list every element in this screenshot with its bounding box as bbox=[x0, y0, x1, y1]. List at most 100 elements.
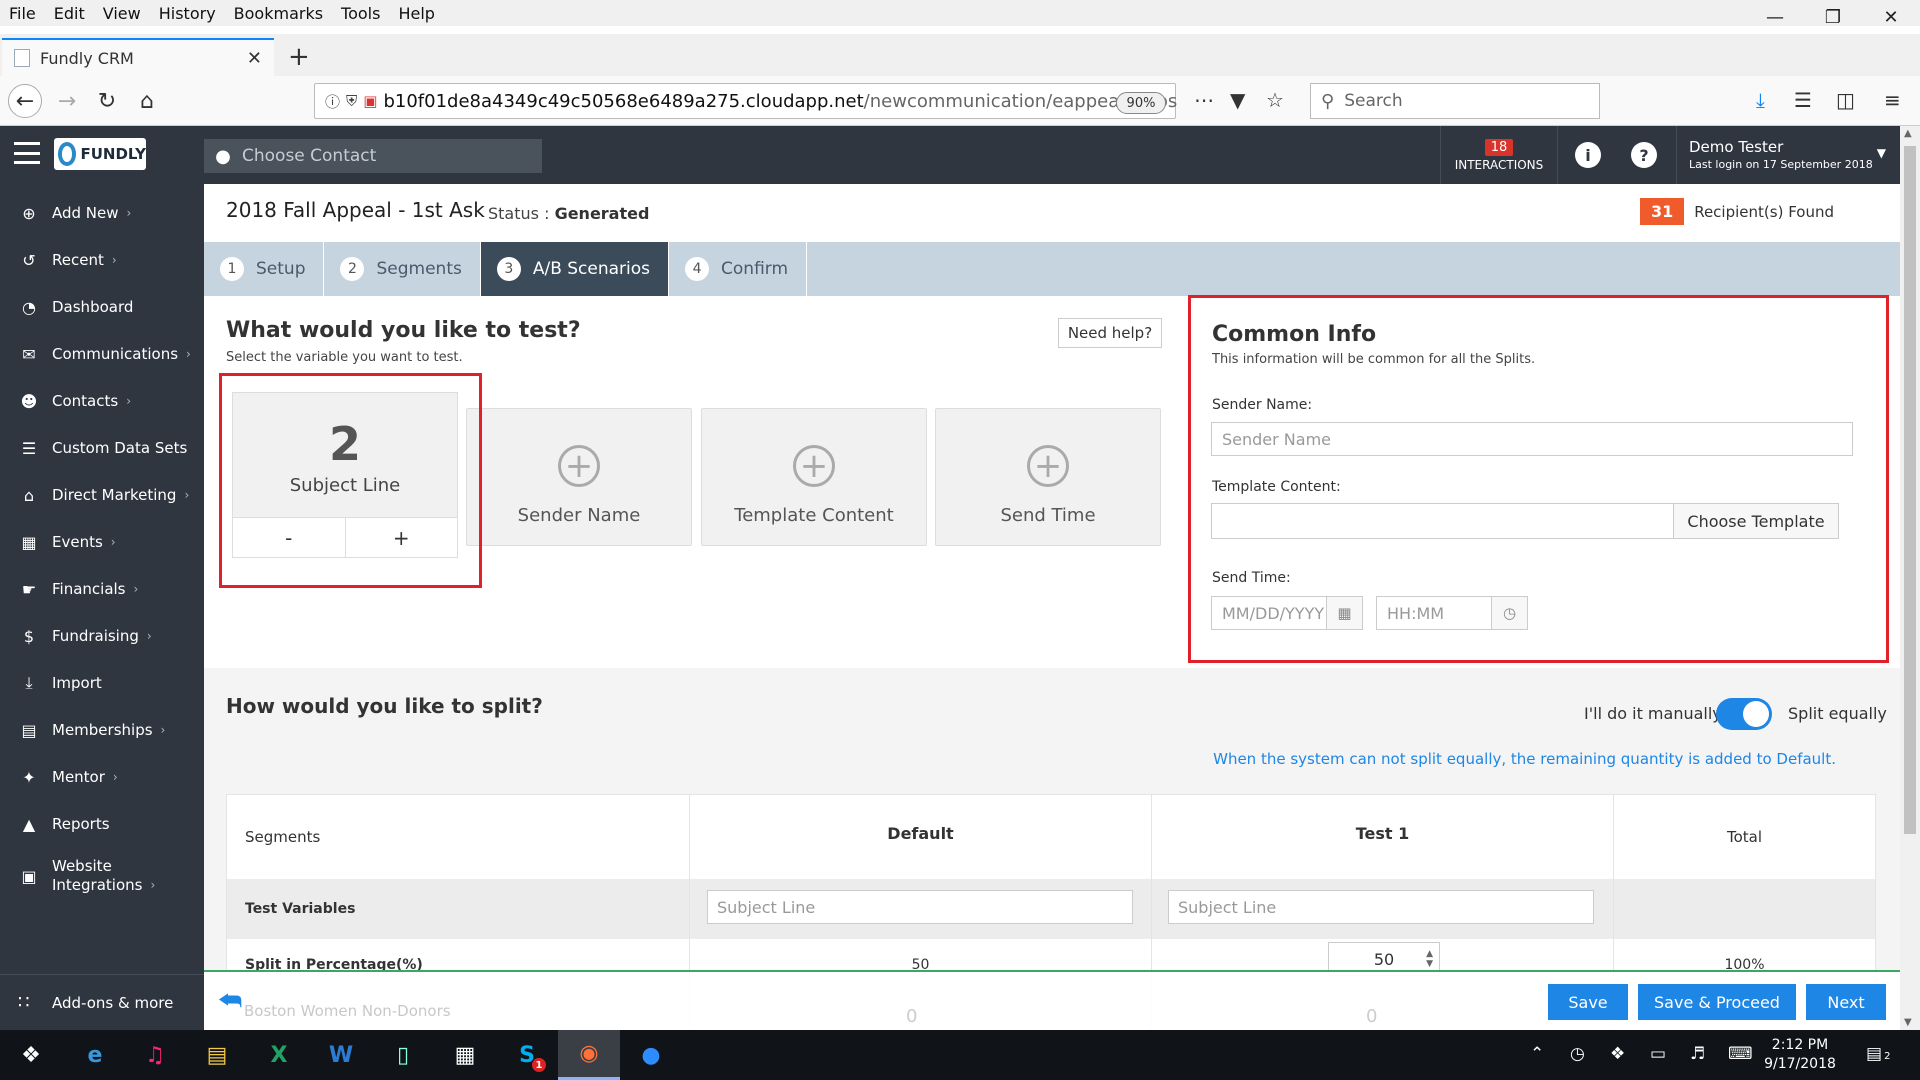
sidebar-item-contacts[interactable]: ☻ Contacts › bbox=[0, 378, 204, 424]
save-proceed-button[interactable]: Save & Proceed bbox=[1638, 984, 1796, 1020]
default-subject-input[interactable]: Subject Line bbox=[707, 890, 1133, 924]
tab-segments[interactable]: 2 Segments bbox=[324, 242, 481, 296]
more-actions-icon[interactable]: ⋯ bbox=[1194, 88, 1214, 112]
sidebar-toggle-icon[interactable]: ◫ bbox=[1836, 88, 1855, 112]
sidebar-item-dashboard[interactable]: ◔ Dashboard bbox=[0, 284, 204, 330]
fundly-logo[interactable]: FUNDLY bbox=[54, 138, 146, 170]
zoom-level[interactable]: 90% bbox=[1116, 92, 1166, 114]
sidebar-item-add-new[interactable]: ⊕ Add New › bbox=[0, 190, 204, 236]
send-date-input[interactable]: MM/DD/YYYY bbox=[1211, 596, 1327, 630]
choose-contact-input[interactable]: ● Choose Contact bbox=[204, 139, 542, 173]
user-menu[interactable]: Demo Tester Last login on 17 September 2… bbox=[1676, 126, 1900, 184]
restore-icon[interactable]: ❐ bbox=[1804, 0, 1862, 34]
menu-file[interactable]: File bbox=[0, 4, 45, 23]
edge-icon[interactable]: e bbox=[64, 1030, 126, 1080]
info-icon[interactable]: ⓘ bbox=[325, 91, 340, 112]
send-time-input[interactable]: HH:MM bbox=[1376, 596, 1492, 630]
sidebar-item-custom-data-sets[interactable]: ☰ Custom Data Sets bbox=[0, 425, 204, 471]
info-icon[interactable]: i bbox=[1575, 142, 1601, 168]
firefox-icon[interactable]: ◉ bbox=[558, 1030, 620, 1080]
sidebar-item-memberships[interactable]: ▤ Memberships › bbox=[0, 707, 204, 753]
sidebar-addons[interactable]: ∷ Add-ons & more bbox=[0, 974, 204, 1030]
menu-bookmarks[interactable]: Bookmarks bbox=[225, 4, 332, 23]
close-window-icon[interactable]: ✕ bbox=[1862, 0, 1920, 34]
pocket-icon[interactable]: ▼ bbox=[1230, 88, 1245, 112]
notepad-icon[interactable]: ▯ bbox=[372, 1030, 434, 1080]
bookmark-star-icon[interactable]: ☆ bbox=[1266, 88, 1284, 112]
sidebar-item-events[interactable]: ▦ Events › bbox=[0, 519, 204, 565]
file-explorer-icon[interactable]: ▤ bbox=[186, 1030, 248, 1080]
template-content-input[interactable] bbox=[1211, 503, 1674, 539]
sidebar-item-direct-marketing[interactable]: ⌂ Direct Marketing › bbox=[0, 472, 204, 518]
sidebar-item-website-integrations[interactable]: ▣ Website Integrations › bbox=[0, 848, 204, 904]
sender-name-input[interactable]: Sender Name bbox=[1211, 422, 1853, 456]
skype-icon[interactable]: S1 bbox=[496, 1030, 558, 1080]
favicon-icon bbox=[14, 49, 30, 67]
next-button[interactable]: Next bbox=[1806, 984, 1886, 1020]
download-icon[interactable]: ⤓ bbox=[1756, 88, 1765, 112]
tab-setup[interactable]: 1 Setup bbox=[204, 242, 325, 296]
calculator-icon[interactable]: ▦ bbox=[434, 1030, 496, 1080]
split-note: When the system can not split equally, t… bbox=[1213, 750, 1836, 768]
send-time-card[interactable]: + Send Time bbox=[935, 408, 1161, 546]
tray-chevron-icon[interactable]: ⌃ bbox=[1530, 1044, 1544, 1064]
choose-template-button[interactable]: Choose Template bbox=[1673, 503, 1839, 539]
test1-subject-input[interactable]: Subject Line bbox=[1168, 890, 1594, 924]
page-title: 2018 Fall Appeal - 1st Ask bbox=[226, 198, 485, 222]
chevron-right-icon: › bbox=[111, 253, 117, 267]
action-footer: Boston Women Non-Donors 0 0 ⮪ Save Save … bbox=[204, 970, 1900, 1030]
excel-icon[interactable]: X bbox=[248, 1030, 310, 1080]
windows-start-icon[interactable]: ❖ bbox=[0, 1030, 62, 1080]
menu-toggle-icon[interactable] bbox=[14, 142, 40, 164]
sender-name-card[interactable]: + Sender Name bbox=[466, 408, 692, 546]
home-icon[interactable]: ⌂ bbox=[130, 84, 164, 118]
page-scrollbar[interactable]: ▲ ▼ bbox=[1900, 126, 1920, 1030]
sidebar-item-recent[interactable]: ↺ Recent › bbox=[0, 237, 204, 283]
menu-edit[interactable]: Edit bbox=[45, 4, 94, 23]
need-help-button[interactable]: Need help? bbox=[1058, 318, 1162, 348]
network-icon[interactable]: ◷ bbox=[1570, 1044, 1585, 1064]
menu-tools[interactable]: Tools bbox=[332, 4, 389, 23]
tab-ab-scenarios[interactable]: 3 A/B Scenarios bbox=[480, 242, 670, 296]
clock-icon[interactable]: ◷ bbox=[1492, 596, 1528, 630]
scrollbar-thumb[interactable] bbox=[1904, 146, 1916, 834]
menu-help[interactable]: Help bbox=[389, 4, 443, 23]
sidebar-item-mentor[interactable]: ✦ Mentor › bbox=[0, 754, 204, 800]
split-mode-toggle[interactable] bbox=[1716, 698, 1772, 730]
dropbox-icon[interactable]: ❖ bbox=[1610, 1044, 1625, 1064]
sidebar-item-financials[interactable]: ☛ Financials › bbox=[0, 566, 204, 612]
calendar-icon[interactable]: ▦ bbox=[1327, 596, 1363, 630]
zoom-app-icon[interactable]: ● bbox=[620, 1030, 682, 1080]
back-arrow-icon[interactable]: ⮪ bbox=[218, 986, 242, 1017]
word-icon[interactable]: W bbox=[310, 1030, 372, 1080]
browser-tab[interactable]: Fundly CRM ✕ bbox=[2, 38, 274, 76]
battery-icon[interactable]: ▭ bbox=[1650, 1044, 1666, 1064]
system-clock[interactable]: 2:12 PM 9/17/2018 bbox=[1760, 1036, 1840, 1074]
hamburger-menu-icon[interactable]: ≡ bbox=[1884, 88, 1901, 112]
library-icon[interactable]: ☰ bbox=[1794, 88, 1812, 112]
minimize-icon[interactable]: — bbox=[1746, 0, 1804, 34]
menu-history[interactable]: History bbox=[150, 4, 225, 23]
menu-view[interactable]: View bbox=[94, 4, 150, 23]
tab-confirm[interactable]: 4 Confirm bbox=[669, 242, 808, 296]
volume-icon[interactable]: ♬ bbox=[1690, 1044, 1705, 1064]
template-content-card[interactable]: + Template Content bbox=[701, 408, 927, 546]
forward-arrow-icon[interactable]: → bbox=[50, 84, 84, 118]
url-bar[interactable]: ⓘ ⛨ ▣ b10f01de8a4349c49c50568e6489a275.c… bbox=[314, 83, 1177, 119]
browser-search-input[interactable]: ⚲ Search bbox=[1310, 83, 1600, 119]
reload-icon[interactable]: ↻ bbox=[90, 84, 124, 118]
new-tab-icon[interactable]: + bbox=[288, 42, 310, 72]
help-icon[interactable]: ? bbox=[1631, 142, 1657, 168]
close-tab-icon[interactable]: ✕ bbox=[247, 48, 262, 69]
itunes-icon[interactable]: ♫ bbox=[124, 1030, 186, 1080]
sidebar-item-reports[interactable]: ▲ Reports bbox=[0, 801, 204, 847]
notifications-icon[interactable]: ▤ 2 bbox=[1866, 1044, 1890, 1064]
sidebar-item-import[interactable]: ⤓ Import bbox=[0, 660, 204, 706]
sidebar-item-fundraising[interactable]: $ Fundraising › bbox=[0, 613, 204, 659]
interactions-button[interactable]: 18 INTERACTIONS bbox=[1440, 126, 1558, 184]
sidebar-item-communications[interactable]: ✉ Communications › bbox=[0, 331, 204, 377]
chevron-right-icon: › bbox=[126, 394, 131, 408]
back-arrow-icon[interactable]: ← bbox=[8, 84, 42, 118]
keyboard-icon[interactable]: ⌨ bbox=[1728, 1044, 1753, 1064]
save-button[interactable]: Save bbox=[1548, 984, 1628, 1020]
